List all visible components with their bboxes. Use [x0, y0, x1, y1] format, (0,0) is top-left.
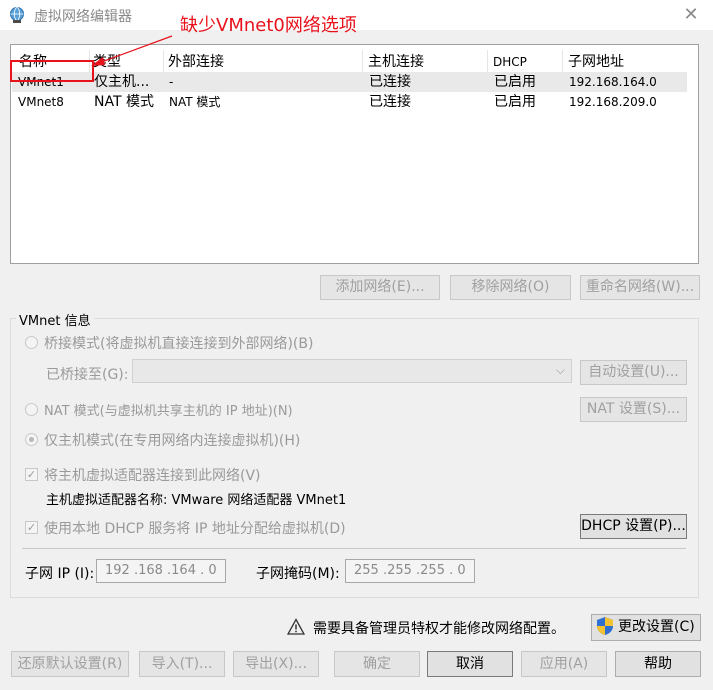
host-only-label: 仅主机模式(在专用网络内连接虚拟机)(H)	[44, 433, 301, 449]
remove-network-button[interactable]: 移除网络(O)	[450, 275, 571, 300]
cell-external: NAT 模式	[169, 95, 221, 109]
add-network-button[interactable]: 添加网络(E)...	[320, 275, 440, 300]
window-title: 虚拟网络编辑器	[34, 9, 132, 25]
table-row[interactable]: VMnet1 仅主机... - 已连接 已启用 192.168.164.0	[12, 72, 687, 92]
cell-host: 已连接	[369, 74, 411, 90]
subnet-ip-label: 子网 IP (I):	[25, 566, 95, 582]
auto-settings-button[interactable]: 自动设置(U)...	[580, 360, 687, 385]
connect-adapter-checkbox[interactable]: ✓	[25, 468, 38, 481]
divider	[22, 548, 686, 549]
cell-name: VMnet8	[18, 95, 64, 109]
column-divider	[362, 50, 363, 72]
admin-warning-text: 需要具备管理员特权才能修改网络配置。	[313, 621, 565, 637]
cell-type: 仅主机...	[94, 74, 150, 90]
network-globe-icon	[10, 7, 24, 23]
annotation-highlight-box	[10, 60, 94, 82]
cell-type: NAT 模式	[94, 94, 154, 110]
connect-adapter-label: 将主机虚拟适配器连接到此网络(V)	[44, 468, 261, 484]
column-header-subnet[interactable]: 子网地址	[568, 51, 624, 73]
annotation-text: 缺少VMnet0网络选项	[180, 15, 357, 36]
subnet-ip-field[interactable]: 192 .168 .164 . 0	[96, 559, 226, 583]
table-row[interactable]: VMnet8 NAT 模式 NAT 模式 已连接 已启用 192.168.209…	[12, 92, 687, 112]
vmnet-info-title: VMnet 信息	[16, 310, 94, 329]
export-button[interactable]: 导出(X)...	[233, 651, 319, 677]
host-only-radio[interactable]	[25, 433, 38, 446]
column-header-dhcp[interactable]: DHCP	[493, 51, 527, 73]
column-divider	[163, 50, 164, 72]
help-button[interactable]: 帮助	[615, 651, 701, 677]
bridged-mode-label: 桥接模式(将虚拟机直接连接到外部网络)(B)	[44, 336, 314, 352]
close-icon[interactable]: ✕	[680, 4, 702, 26]
network-table: 名称 类型 外部连接 主机连接 DHCP 子网地址 VMnet1 仅主机... …	[10, 44, 699, 264]
cell-dhcp: 已启用	[494, 94, 536, 110]
column-header-type[interactable]: 类型	[93, 51, 121, 73]
chevron-down-icon: ⌵	[555, 363, 565, 377]
column-header-host[interactable]: 主机连接	[368, 51, 424, 73]
uac-shield-icon	[597, 617, 613, 635]
rename-network-button[interactable]: 重命名网络(W)...	[580, 275, 700, 300]
ok-button[interactable]: 确定	[334, 651, 420, 677]
column-header-external[interactable]: 外部连接	[168, 51, 224, 73]
bridged-to-label: 已桥接至(G):	[46, 367, 129, 383]
use-dhcp-label: 使用本地 DHCP 服务将 IP 地址分配给虚拟机(D)	[44, 521, 346, 537]
column-divider	[487, 50, 488, 72]
nat-mode-label: NAT 模式(与虚拟机共享主机的 IP 地址)(N)	[44, 404, 293, 419]
bridged-mode-radio[interactable]	[25, 336, 38, 349]
import-button[interactable]: 导入(T)...	[139, 651, 225, 677]
adapter-name-label: 主机虚拟适配器名称: VMware 网络适配器 VMnet1	[46, 493, 347, 508]
column-divider	[562, 50, 563, 72]
warning-icon	[287, 618, 305, 635]
cell-external: -	[169, 75, 174, 89]
cell-subnet: 192.168.209.0	[569, 95, 657, 109]
cell-dhcp: 已启用	[494, 74, 536, 90]
bridged-to-select[interactable]: ⌵	[132, 359, 572, 383]
nat-mode-radio[interactable]	[25, 403, 38, 416]
dhcp-settings-button[interactable]: DHCP 设置(P)...	[580, 514, 687, 539]
cell-host: 已连接	[369, 94, 411, 110]
change-settings-label: 更改设置(C)	[618, 619, 695, 635]
subnet-mask-field[interactable]: 255 .255 .255 . 0	[345, 559, 475, 583]
use-dhcp-checkbox[interactable]: ✓	[25, 521, 38, 534]
subnet-mask-label: 子网掩码(M):	[256, 566, 340, 582]
cancel-button[interactable]: 取消	[427, 651, 513, 677]
nat-settings-button[interactable]: NAT 设置(S)...	[580, 397, 687, 422]
apply-button[interactable]: 应用(A)	[521, 651, 607, 677]
cell-subnet: 192.168.164.0	[569, 75, 657, 89]
restore-defaults-button[interactable]: 还原默认设置(R)	[11, 651, 129, 677]
